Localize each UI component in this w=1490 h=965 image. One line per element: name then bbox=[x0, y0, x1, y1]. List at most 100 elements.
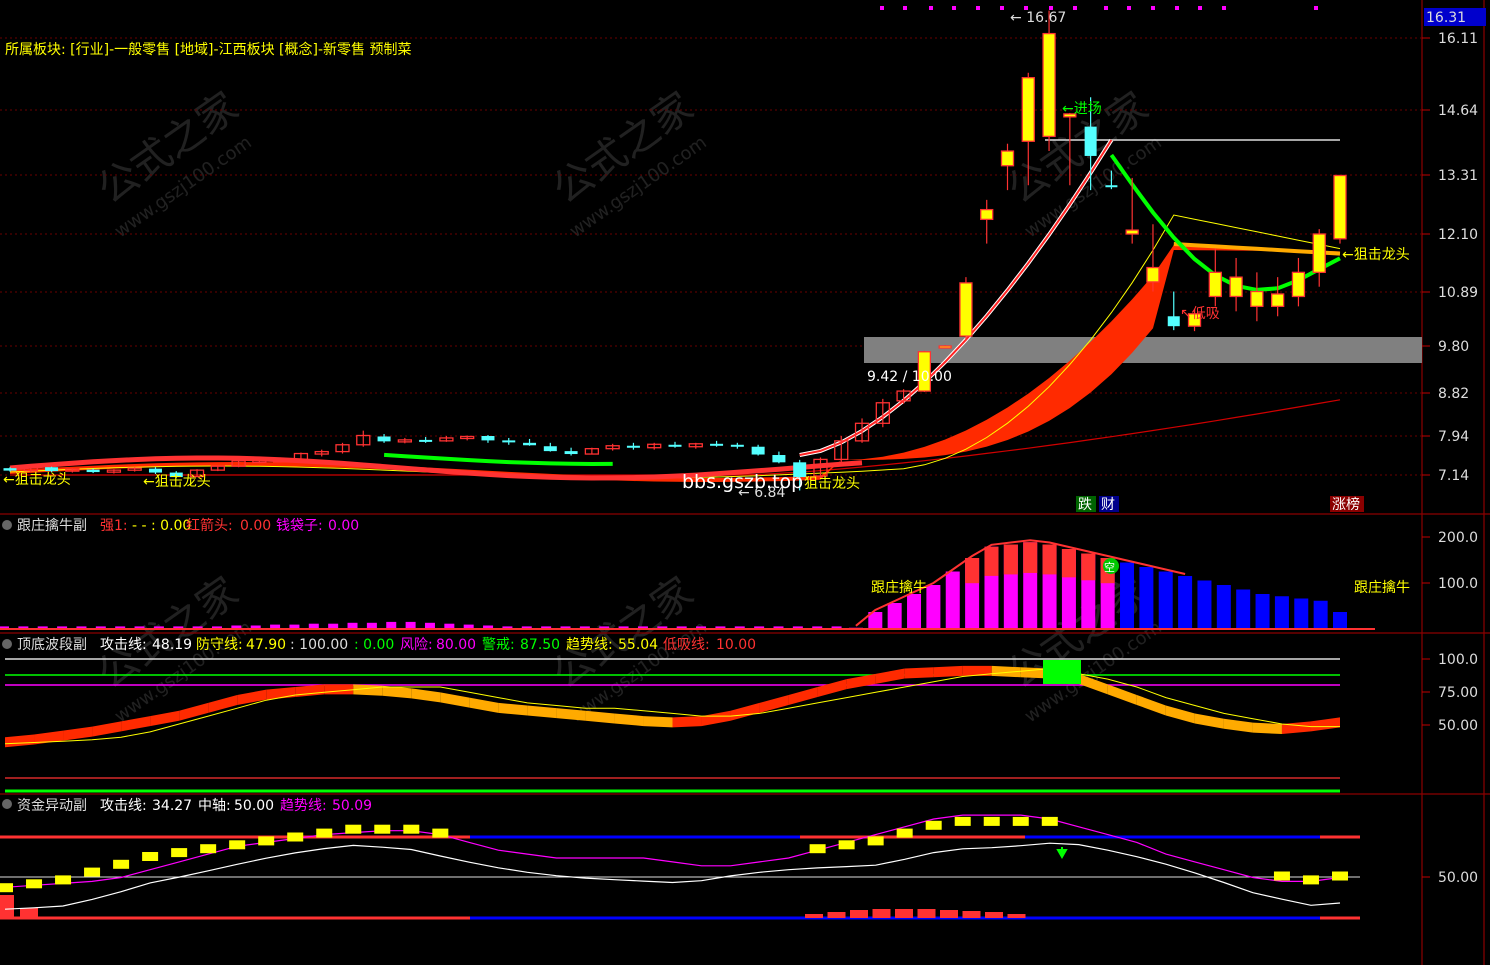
ind3-step-bar bbox=[1302, 875, 1319, 885]
ind3-step-bar bbox=[1041, 816, 1058, 826]
ind3-axis-value: 50.00 bbox=[234, 798, 274, 814]
ind2-band-seg bbox=[1252, 722, 1282, 734]
candle-body bbox=[481, 436, 495, 441]
ind3-red-bar bbox=[805, 914, 823, 918]
ind1-axis: 200.0 100.0 bbox=[1422, 530, 1478, 592]
ind2-band-seg bbox=[730, 702, 760, 721]
candle-body bbox=[938, 345, 952, 349]
ind2-band-seg bbox=[1136, 694, 1166, 716]
candle-body bbox=[419, 439, 433, 442]
ind2-band-seg bbox=[846, 673, 876, 690]
top-dot bbox=[952, 6, 956, 10]
ind1-s3-value: 0.00 bbox=[328, 518, 359, 534]
badge-zhang: 涨榜 bbox=[1332, 496, 1360, 513]
ind3-red-bar bbox=[0, 895, 14, 918]
ind2-tick-label: 75.00 bbox=[1438, 685, 1478, 701]
ind3-step-bar bbox=[113, 859, 130, 869]
ind2-band-seg bbox=[1194, 713, 1224, 729]
ind2-band-seg bbox=[1281, 721, 1311, 734]
ind2-tick-label: 100.0 bbox=[1438, 652, 1478, 668]
stock-chart[interactable]: 公式之家 www.gszj100.com 公式之家 www.gszj100.co… bbox=[0, 0, 1490, 965]
ind2-band-seg bbox=[527, 705, 557, 719]
candle-body bbox=[523, 442, 537, 446]
ind2-attack-label: 攻击线: bbox=[100, 637, 147, 653]
ind3-name: 资金异动副 bbox=[17, 798, 87, 814]
ind1-bar-red bbox=[1042, 544, 1057, 575]
badge-die: 跌 bbox=[1078, 497, 1092, 513]
ind3-step-bar bbox=[403, 824, 420, 834]
ind2-lowbuy-label: 低吸线: bbox=[663, 637, 710, 653]
price-tick-label: 9.80 bbox=[1438, 339, 1469, 355]
ind3-red-bar bbox=[827, 912, 846, 918]
price-box-value: 16.31 bbox=[1426, 10, 1466, 26]
ind3-axis: 50.00 bbox=[1422, 870, 1478, 886]
candle-body bbox=[1250, 290, 1264, 308]
ind1-bar bbox=[1139, 567, 1154, 630]
ind1-bar bbox=[1236, 589, 1251, 630]
ind2-attack-value: 48.19 bbox=[152, 637, 192, 653]
ind2-band-seg bbox=[324, 684, 354, 695]
ind2-band-seg bbox=[411, 688, 441, 703]
ind3-axis-label: 中轴: bbox=[198, 798, 231, 814]
ind1-bar-red bbox=[984, 546, 999, 576]
ind2-band-seg bbox=[469, 697, 499, 713]
dragon-label-2: ←狙击龙头 bbox=[143, 474, 211, 490]
ind3-step-bar bbox=[374, 824, 391, 834]
ind2-toggle-icon[interactable] bbox=[2, 639, 12, 649]
ind3-step-bar bbox=[1012, 816, 1029, 826]
price-tick-label: 13.31 bbox=[1438, 168, 1478, 184]
high-marker: ← 16.67 bbox=[1010, 10, 1066, 26]
ind1-bar bbox=[1158, 571, 1173, 630]
ind2-band-seg bbox=[1165, 705, 1195, 724]
ind3-step-bar bbox=[983, 816, 1000, 826]
watermark: 公式之家 www.gszj100.com 公式之家 www.gszj100.co… bbox=[89, 84, 1165, 727]
ind1-bar bbox=[887, 603, 902, 630]
ind2-green-block bbox=[1043, 660, 1081, 684]
ind3-step-bar bbox=[287, 832, 304, 842]
ind3-step-bar bbox=[55, 875, 72, 885]
ind3-trend-label: 趋势线: bbox=[280, 798, 327, 814]
price-axis: 16.11 14.64 13.31 12.10 10.89 9.80 8.82 7.94 7.1… bbox=[1422, 31, 1478, 484]
candle-body bbox=[377, 436, 391, 442]
price-tick-label: 7.14 bbox=[1438, 468, 1469, 484]
candle-body bbox=[1312, 233, 1326, 273]
ind1-bar bbox=[945, 571, 960, 630]
ind3-header: 资金异动副 攻击线: 34.27 中轴: 50.00 趋势线: 50.09 bbox=[2, 798, 372, 814]
ind2-band-seg bbox=[5, 734, 35, 748]
candle-body bbox=[1000, 150, 1015, 167]
ind3-red-bar bbox=[872, 909, 891, 918]
ind1-header: 跟庄擒牛副 强1: - - : 0.00 红箭头: 0.00 钱袋子: 0.00 bbox=[2, 517, 359, 534]
candle-body bbox=[1042, 32, 1056, 138]
ind2-band-seg bbox=[643, 716, 673, 728]
low-buy-label: ↖低吸 bbox=[1180, 306, 1220, 322]
ind3-attack-label: 攻击线: bbox=[100, 798, 147, 814]
candle-body bbox=[86, 469, 100, 473]
ind3-step-bar bbox=[432, 828, 449, 838]
ind2-band-seg bbox=[1223, 718, 1253, 733]
ind1-toggle-icon[interactable] bbox=[2, 520, 12, 530]
ind2-band-seg bbox=[63, 726, 93, 741]
ind3-step-bar bbox=[26, 879, 43, 889]
candle-body bbox=[751, 446, 765, 455]
candle-body bbox=[543, 446, 557, 452]
top-dot bbox=[976, 6, 980, 10]
price-tick-label: 10.89 bbox=[1438, 285, 1478, 301]
ind2-band-seg bbox=[933, 665, 963, 678]
ind1-bar bbox=[1333, 612, 1347, 630]
ind3-trend-value: 50.09 bbox=[332, 798, 372, 814]
ind3-red-bar bbox=[20, 908, 38, 918]
ind2-warn-label: 警戒: bbox=[482, 637, 515, 653]
top-dot bbox=[1175, 6, 1179, 10]
sector-info: 所属板块: [行业]-一般零售 [地域]-江西板块 [概念]-新零售 预制菜 bbox=[5, 41, 411, 58]
ind2-band-seg bbox=[179, 702, 209, 721]
candle-body bbox=[148, 468, 162, 473]
ind3-red-bar bbox=[917, 909, 936, 918]
candle-body bbox=[1229, 276, 1243, 298]
ind2-band-seg bbox=[817, 679, 847, 698]
ind2-v100: : 100.00 bbox=[290, 637, 348, 653]
ind1-bar-red bbox=[965, 558, 980, 584]
dragon-label-4: ←狙击龙头 bbox=[1342, 247, 1410, 263]
top-dot bbox=[1198, 6, 1202, 10]
ind3-toggle-icon[interactable] bbox=[2, 799, 12, 809]
candle-body bbox=[1125, 229, 1139, 235]
